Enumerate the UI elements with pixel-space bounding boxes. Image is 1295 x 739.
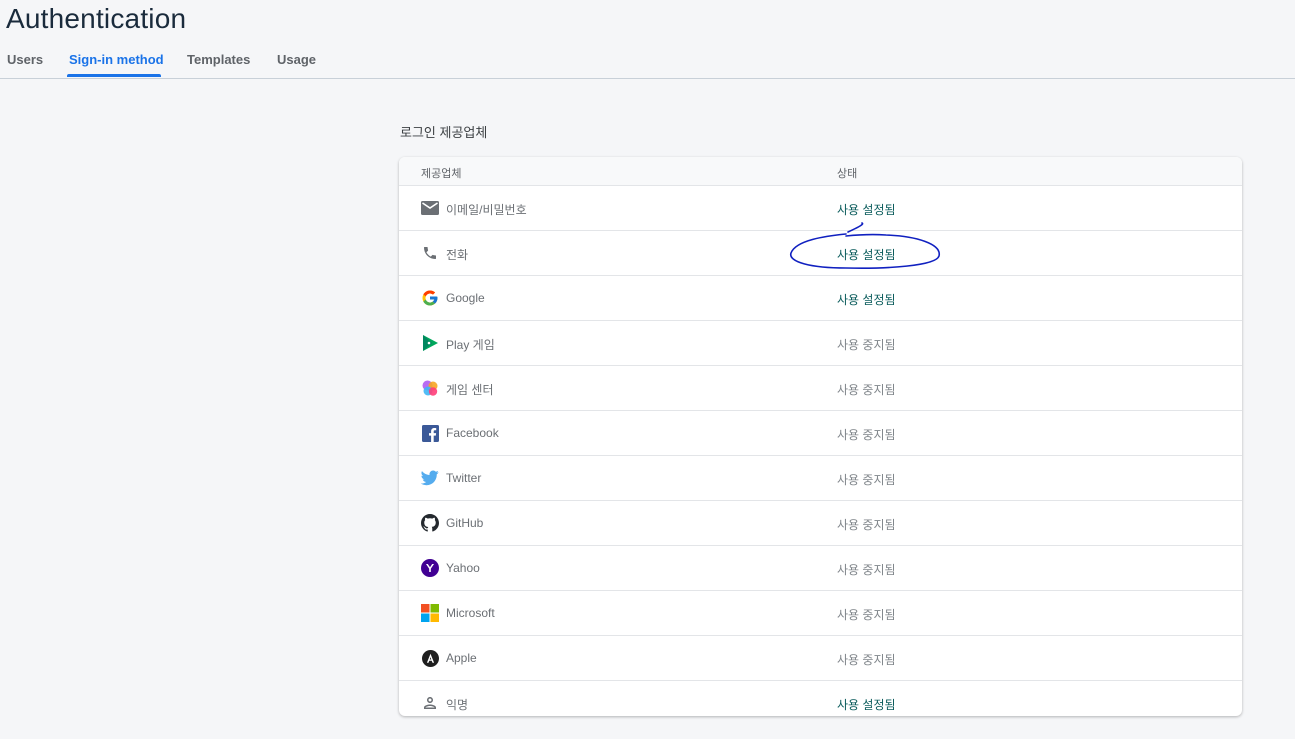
provider-name: 게임 센터 (446, 383, 494, 397)
provider-row-microsoft[interactable]: Microsoft 사용 중지됨 (399, 591, 1242, 636)
provider-name: Twitter (446, 471, 482, 485)
provider-status: 사용 설정됨 (837, 698, 896, 712)
tab-bar: Users Sign-in method Templates Usage (0, 46, 1295, 79)
provider-name: Apple (446, 651, 477, 665)
google-icon (421, 289, 439, 307)
provider-row-twitter[interactable]: Twitter 사용 중지됨 (399, 456, 1242, 501)
provider-name: 전화 (446, 248, 469, 262)
provider-row-yahoo[interactable]: Yahoo 사용 중지됨 (399, 546, 1242, 591)
section-title: 로그인 제공업체 (400, 125, 488, 140)
person-icon (421, 694, 439, 712)
provider-row-anonymous[interactable]: 익명 사용 설정됨 (399, 681, 1242, 716)
tab-usage[interactable]: Usage (277, 46, 316, 78)
providers-table: 제공업체 상태 이메일/비밀번호 사용 설정됨 전화 사용 설정됨 Google… (399, 157, 1242, 716)
provider-name: Facebook (446, 426, 499, 440)
provider-name: Yahoo (446, 561, 480, 575)
provider-status: 사용 중지됨 (837, 428, 896, 442)
header-provider: 제공업체 (421, 168, 462, 180)
provider-status: 사용 중지됨 (837, 383, 896, 397)
page-title: Authentication (6, 3, 187, 34)
provider-status: 사용 설정됨 (837, 248, 896, 262)
header-status: 상태 (837, 168, 858, 180)
provider-status: 사용 중지됨 (837, 608, 896, 622)
table-header: 제공업체 상태 (399, 157, 1242, 186)
provider-status: 사용 중지됨 (837, 563, 896, 577)
tab-users[interactable]: Users (7, 46, 43, 78)
provider-name: GitHub (446, 516, 484, 530)
github-icon (421, 514, 439, 532)
provider-status: 사용 중지됨 (837, 338, 896, 352)
provider-name: Microsoft (446, 606, 495, 620)
provider-row-play-games[interactable]: Play 게임 사용 중지됨 (399, 321, 1242, 366)
provider-row-facebook[interactable]: Facebook 사용 중지됨 (399, 411, 1242, 456)
game-center-icon (421, 379, 439, 397)
facebook-icon (421, 424, 439, 442)
provider-name: Google (446, 291, 485, 305)
yahoo-icon (421, 559, 439, 577)
phone-icon (421, 244, 439, 262)
provider-name: 익명 (446, 698, 469, 712)
twitter-icon (421, 469, 439, 487)
provider-row-apple[interactable]: Apple 사용 중지됨 (399, 636, 1242, 681)
provider-name: 이메일/비밀번호 (446, 203, 527, 217)
provider-row-github[interactable]: GitHub 사용 중지됨 (399, 501, 1242, 546)
provider-row-game-center[interactable]: 게임 센터 사용 중지됨 (399, 366, 1242, 411)
provider-row-email[interactable]: 이메일/비밀번호 사용 설정됨 (399, 186, 1242, 231)
provider-status: 사용 설정됨 (837, 293, 896, 307)
provider-row-phone[interactable]: 전화 사용 설정됨 (399, 231, 1242, 276)
provider-status: 사용 설정됨 (837, 203, 896, 217)
microsoft-icon (421, 604, 439, 622)
provider-status: 사용 중지됨 (837, 473, 896, 487)
active-tab-indicator (67, 74, 161, 77)
mail-icon (421, 199, 439, 217)
provider-name: Play 게임 (446, 338, 495, 352)
provider-status: 사용 중지됨 (837, 518, 896, 532)
provider-row-google[interactable]: Google 사용 설정됨 (399, 276, 1242, 321)
apple-icon (421, 649, 439, 667)
tab-templates[interactable]: Templates (187, 46, 250, 78)
provider-status: 사용 중지됨 (837, 653, 896, 667)
play-games-icon (421, 334, 439, 352)
